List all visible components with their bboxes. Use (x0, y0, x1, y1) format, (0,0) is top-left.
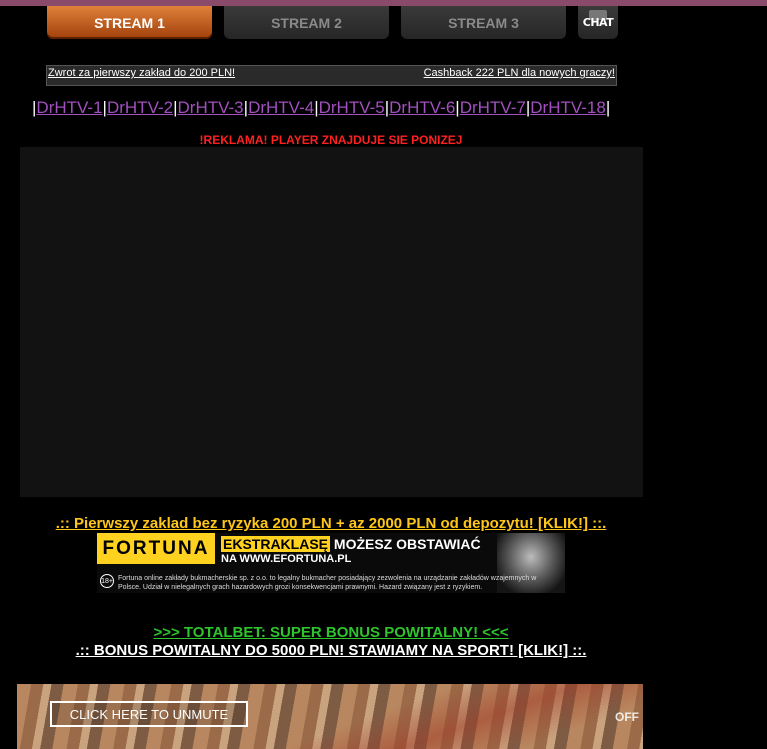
ad-notice: !REKLAMA! PLAYER ZNAJDUJE SIE PONIZEJ (199, 133, 463, 147)
promo-totalbet-text: >>> TOTALBET: SUPER BONUS POWITALNY! <<< (0, 624, 662, 641)
promo-fortuna-link[interactable]: .:: Pierwszy zaklad bez ryzyka 200 PLN +… (56, 515, 607, 532)
tab-stream-1[interactable]: STREAM 1 (47, 6, 212, 39)
channel-link-1[interactable]: DrHTV-1 (36, 98, 102, 117)
promo-fortuna-text: .:: Pierwszy zaklad bez ryzyka 200 PLN +… (0, 515, 662, 532)
video-watermark: OFF (615, 710, 639, 724)
promo-link-cashback[interactable]: Cashback 222 PLN dla nowych graczy! (424, 67, 615, 79)
channel-link-18[interactable]: DrHTV-18 (530, 98, 606, 117)
chat-label: CHAT (582, 16, 614, 29)
channel-links: |DrHTV-1|DrHTV-2|DrHTV-3|DrHTV-4|DrHTV-5… (32, 98, 610, 118)
video-player[interactable] (20, 147, 643, 497)
banner-headline-highlight: EKSTRAKLASĘ (221, 536, 331, 552)
channel-link-3[interactable]: DrHTV-3 (178, 98, 244, 117)
promo-totalbet-link[interactable]: >>> TOTALBET: SUPER BONUS POWITALNY! <<< (153, 624, 508, 641)
banner-headline-rest: MOŻESZ OBSTAWIAĆ (333, 536, 481, 552)
channel-link-7[interactable]: DrHTV-7 (460, 98, 526, 117)
channel-link-6[interactable]: DrHTV-6 (389, 98, 455, 117)
banner-headline: EKSTRAKLASĘ MOŻESZ OBSTAWIAĆ (221, 536, 481, 552)
banner-legal-text: Fortuna online zakłady bukmacherskie sp.… (118, 575, 537, 591)
tab-stream-2[interactable]: STREAM 2 (224, 6, 389, 39)
tab-stream-3[interactable]: STREAM 3 (401, 6, 566, 39)
promo-bonus-link[interactable]: .:: BONUS POWITALNY DO 5000 PLN! STAWIAM… (76, 642, 587, 659)
chat-button[interactable]: CHAT (578, 6, 618, 39)
secondary-video[interactable]: CLICK HERE TO UNMUTE OFF (11, 672, 651, 749)
banner-subhead: NA WWW.EFORTUNA.PL (221, 553, 352, 565)
promo-bar: Zwrot za pierwszy zakład do 200 PLN! Cas… (46, 65, 617, 86)
promo-link-zwrot[interactable]: Zwrot za pierwszy zakład do 200 PLN! (48, 67, 235, 79)
promo-bonus-text: .:: BONUS POWITALNY DO 5000 PLN! STAWIAM… (0, 642, 662, 659)
channel-link-2[interactable]: DrHTV-2 (107, 98, 173, 117)
separator: | (605, 98, 611, 117)
age-badge: 18+ (100, 574, 114, 588)
fortuna-banner[interactable]: FORTUNA EKSTRAKLASĘ MOŻESZ OBSTAWIAĆ NA … (97, 533, 565, 593)
channel-link-5[interactable]: DrHTV-5 (319, 98, 385, 117)
channel-link-4[interactable]: DrHTV-4 (248, 98, 314, 117)
fortuna-logo: FORTUNA (97, 533, 215, 564)
unmute-button[interactable]: CLICK HERE TO UNMUTE (50, 701, 248, 727)
